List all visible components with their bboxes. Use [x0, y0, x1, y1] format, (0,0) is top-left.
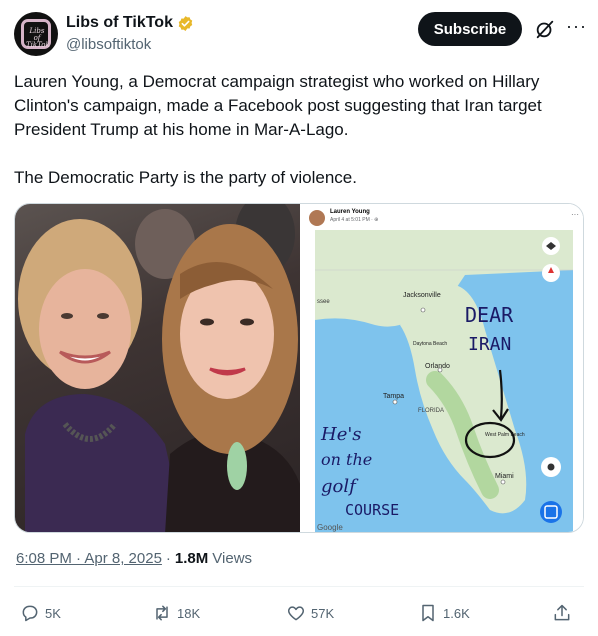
photo-illustration — [18, 204, 300, 532]
map-handwriting-on-the: on the — [321, 450, 372, 469]
divider — [14, 586, 584, 587]
heart-icon — [287, 606, 305, 621]
facebook-post-screenshot[interactable]: Lauren Young April 4 at 5:01 PM · ⊕ ··· … — [303, 204, 583, 532]
map-label-tampa: Tampa — [383, 393, 404, 400]
map-handwriting-hes: He's — [320, 424, 362, 445]
tweet-timestamp[interactable]: 6:08 PM · Apr 8, 2025 — [16, 550, 162, 567]
bookmark-icon — [422, 604, 434, 622]
map-label-tennessee: ssee — [317, 299, 330, 305]
florida-map: ssee Jacksonville Daytona Beach Orlando … — [315, 230, 573, 532]
right-person-eye — [240, 318, 254, 326]
map-location-dot — [547, 463, 555, 471]
tweet-header: Libs of TikTok Libs of TikTok @libsoftik… — [14, 10, 586, 56]
repost-button[interactable]: 18K — [152, 603, 200, 623]
name-row: Libs of TikTok — [66, 14, 194, 32]
facebook-more-icon: ··· — [571, 210, 579, 219]
repost-icon — [156, 605, 168, 621]
tweet-paragraph-1: Lauren Young, a Democrat campaign strate… — [14, 72, 542, 139]
map-label-florida: FLORIDA — [418, 408, 444, 414]
map-handwriting-dear: DEAR — [465, 303, 514, 327]
repost-count: 18K — [177, 605, 201, 621]
map-city-dot — [500, 479, 506, 485]
views-label: Views — [212, 550, 253, 567]
map-lens-icon — [540, 501, 562, 523]
like-count: 57K — [311, 605, 335, 621]
tweet-text: Lauren Young, a Democrat campaign strate… — [14, 70, 580, 190]
map-label-daytona: Daytona Beach — [413, 341, 447, 347]
account-avatar[interactable]: Libs of TikTok — [14, 12, 58, 56]
left-person-jacket — [25, 394, 185, 532]
bookmark-count: 1.6K — [443, 605, 470, 621]
facebook-post-date: April 4 at 5:01 PM · ⊕ — [330, 217, 379, 223]
avatar-logo-text: Libs of TikTok — [26, 27, 50, 49]
left-person-face — [39, 269, 131, 389]
left-person-eye — [97, 313, 109, 319]
map-google-logo: Google — [317, 523, 343, 532]
photo-two-women[interactable] — [15, 204, 300, 532]
like-button[interactable]: 57K — [286, 603, 334, 623]
right-person-eye — [200, 318, 214, 326]
facebook-author-avatar — [309, 210, 325, 226]
meta-separator: · — [165, 550, 171, 567]
bookmark-button[interactable]: 1.6K — [418, 603, 470, 623]
views-count: 1.8M — [174, 550, 209, 567]
left-person-eye — [61, 313, 73, 319]
facebook-post-header: Lauren Young April 4 at 5:01 PM · ⊕ ··· — [303, 204, 583, 230]
subscribe-button[interactable]: Subscribe — [418, 12, 522, 46]
tweet-paragraph-2: The Democratic Party is the party of vio… — [14, 168, 357, 187]
facebook-author-name: Lauren Young — [330, 209, 370, 215]
reply-icon — [22, 605, 38, 622]
verified-badge-icon[interactable] — [177, 15, 194, 32]
tweet-actions: 5K 18K 57K 1.6K — [20, 603, 580, 625]
avatar-logo: Libs of TikTok — [21, 19, 51, 49]
map-city-dot — [420, 307, 426, 313]
grok-icon[interactable] — [534, 18, 556, 40]
reply-button[interactable]: 5K — [20, 603, 61, 623]
map-label-miami: Miami — [495, 473, 514, 480]
account-handle[interactable]: @libsoftiktok — [66, 36, 151, 53]
map-label-orlando: Orlando — [425, 363, 450, 370]
map-handwriting-iran: IRAN — [468, 334, 511, 355]
tweet-media[interactable]: Lauren Young April 4 at 5:01 PM · ⊕ ··· … — [14, 203, 584, 533]
share-icon — [554, 604, 570, 621]
display-name[interactable]: Libs of TikTok — [66, 14, 173, 32]
map-label-west-palm-beach: West Palm Beach — [485, 432, 525, 438]
map-city-dot — [392, 399, 398, 405]
reply-count: 5K — [45, 605, 61, 621]
more-options-icon[interactable]: ··· — [566, 16, 586, 38]
share-button[interactable] — [552, 603, 577, 623]
tweet-meta: 6:08 PM · Apr 8, 2025 · 1.8M Views — [16, 550, 252, 567]
map-label-jacksonville: Jacksonville — [403, 292, 441, 299]
right-person-earring — [227, 442, 247, 490]
map-handwriting-course: COURSE — [345, 501, 399, 519]
map-handwriting-golf: golf — [321, 476, 359, 497]
